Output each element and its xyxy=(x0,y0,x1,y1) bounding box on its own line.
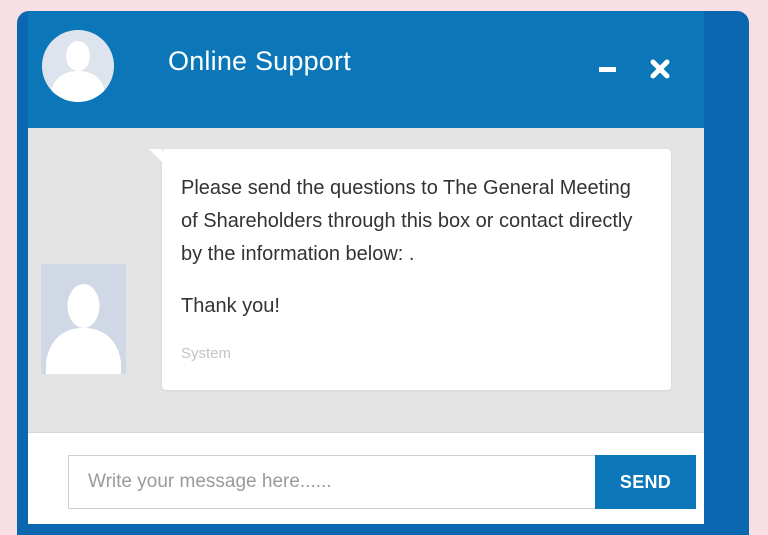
message-thanks: Thank you! xyxy=(181,295,280,317)
user-silhouette-icon xyxy=(42,30,114,102)
support-avatar xyxy=(42,30,114,102)
minimize-icon xyxy=(599,67,616,72)
close-icon xyxy=(650,59,670,79)
message-sender: System xyxy=(181,345,232,362)
bubble-tail xyxy=(149,149,162,162)
minimize-button[interactable] xyxy=(597,55,621,79)
send-button[interactable]: SEND xyxy=(595,455,696,509)
close-button[interactable] xyxy=(649,58,671,80)
message-input[interactable] xyxy=(68,455,596,509)
chat-widget: Online Support Please send the questions… xyxy=(28,11,704,524)
user-silhouette-icon xyxy=(41,264,126,374)
chat-header: Online Support xyxy=(28,11,704,128)
message-text: Please send the questions to The General… xyxy=(181,177,633,265)
chat-title: Online Support xyxy=(168,46,351,76)
system-avatar xyxy=(41,264,126,374)
message-bubble: Please send the questions to The General… xyxy=(149,149,671,390)
message-list[interactable]: Please send the questions to The General… xyxy=(28,128,704,432)
message-composer: SEND xyxy=(28,432,704,524)
